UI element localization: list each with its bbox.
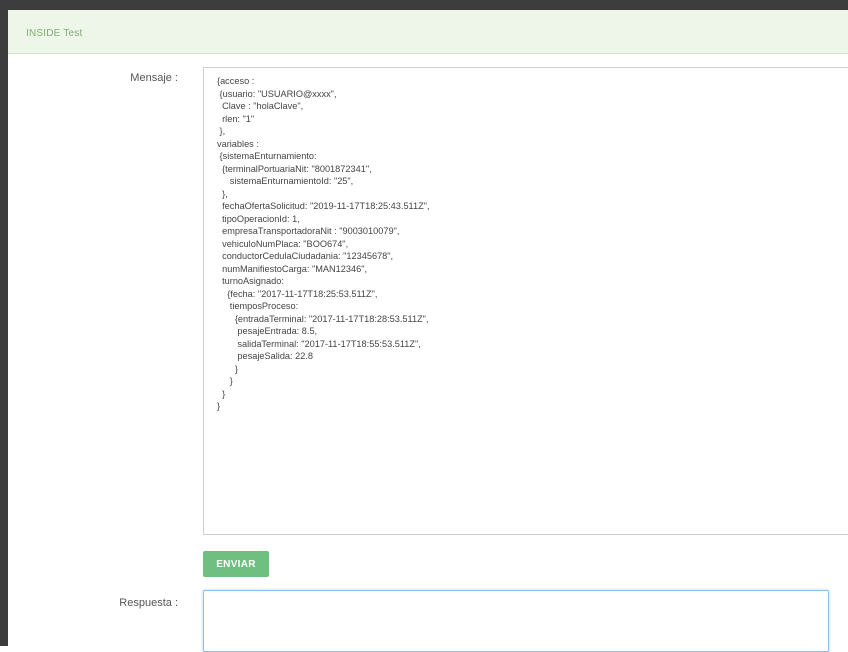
window-frame-left bbox=[0, 0, 8, 646]
mensaje-label: Mensaje : bbox=[130, 72, 178, 84]
panel-header: INSIDE Test bbox=[8, 10, 848, 54]
respuesta-textarea[interactable] bbox=[203, 590, 829, 652]
respuesta-label: Respuesta : bbox=[119, 597, 178, 609]
mensaje-content: {acceso : {usuario: "USUARIO@xxxx", Clav… bbox=[217, 76, 430, 411]
send-button[interactable]: ENVIAR bbox=[203, 551, 269, 577]
mensaje-textarea[interactable]: {acceso : {usuario: "USUARIO@xxxx", Clav… bbox=[203, 67, 848, 535]
panel-title: INSIDE Test bbox=[26, 28, 83, 39]
window-frame-top bbox=[0, 0, 848, 10]
